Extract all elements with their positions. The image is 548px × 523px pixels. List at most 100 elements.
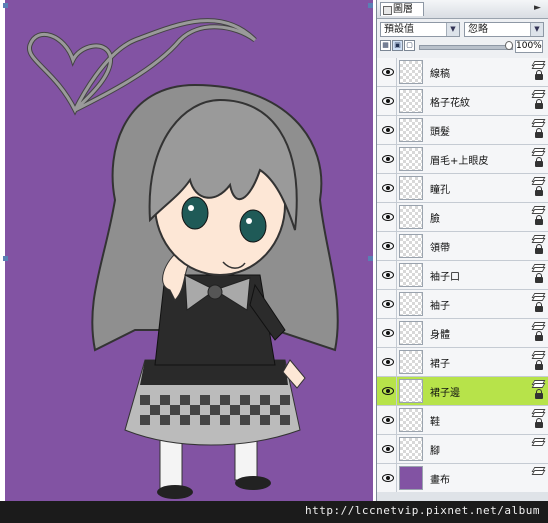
layer-stack-icon[interactable] [533,293,544,301]
visibility-eye-icon[interactable] [382,155,394,163]
visibility-eye-icon[interactable] [382,474,394,482]
visibility-eye-icon[interactable] [382,184,394,192]
layer-row[interactable]: 領帶 [377,232,548,261]
lock-icon[interactable] [535,186,543,196]
layer-panel: 圖層 ► 預設值 ▼ 忽略 ▼ ▦ ▣ ▢ 100% 線稿 格子花紋 頭髮眉毛+上眼… [376,0,548,501]
layer-row[interactable]: 袖子 [377,290,548,319]
visibility-eye-icon[interactable] [382,416,394,424]
lock-icon[interactable] [535,389,543,399]
layer-thumbnail[interactable] [399,408,423,432]
layer-name: 眉毛+上眼皮 [430,156,489,167]
layer-stack-icon[interactable] [533,61,544,69]
layer-row[interactable]: 瞳孔 [377,174,548,203]
layer-stack-icon[interactable] [533,90,544,98]
layer-thumbnail[interactable] [399,60,423,84]
layer-thumbnail[interactable] [399,176,423,200]
layer-stack-icon[interactable] [533,235,544,243]
selection-handle[interactable] [368,3,373,8]
lock-icon[interactable] [535,99,543,109]
layer-thumbnail[interactable] [399,147,423,171]
layer-stack-icon[interactable] [533,351,544,359]
layer-stack-icon[interactable] [533,322,544,330]
visibility-eye-icon[interactable] [382,126,394,134]
selection-handle[interactable] [368,256,373,261]
visibility-eye-icon[interactable] [382,68,394,76]
layer-stack-icon[interactable] [533,380,544,388]
selection-handle[interactable] [3,3,8,8]
layer-stack-icon[interactable] [533,177,544,185]
layer-row[interactable]: 袖子口 [377,261,548,290]
layer-stack-icon[interactable] [533,119,544,127]
layer-thumbnail[interactable] [399,89,423,113]
layer-stack-icon[interactable] [533,467,544,475]
opacity-slider[interactable] [419,45,513,50]
divider [396,464,397,492]
chevron-down-icon: ▼ [446,23,459,36]
lock-icon[interactable] [535,360,543,370]
lock-icon[interactable] [535,302,543,312]
opacity-slider-thumb[interactable] [505,41,513,50]
artboard[interactable] [5,0,373,501]
left-eye [181,196,209,230]
layer-thumbnail[interactable] [399,118,423,142]
layer-row[interactable]: 裙子 [377,348,548,377]
layer-row[interactable]: 線稿 [377,58,548,87]
lock-icon[interactable] [535,331,543,341]
divider [396,203,397,231]
lock-icon[interactable] [535,273,543,283]
layer-row[interactable]: 眉毛+上眼皮 [377,145,548,174]
blend-mode-select[interactable]: 忽略 ▼ [464,22,544,37]
visibility-eye-icon[interactable] [382,358,394,366]
visibility-eye-icon[interactable] [382,329,394,337]
layer-thumbnail[interactable] [399,379,423,403]
visibility-eye-icon[interactable] [382,300,394,308]
layer-thumbnail[interactable] [399,466,423,490]
visibility-eye-icon[interactable] [382,387,394,395]
layer-row[interactable]: 格子花紋 [377,87,548,116]
reference-layer-icon[interactable]: ▢ [404,40,415,51]
lock-icon[interactable] [535,215,543,225]
layer-thumbnail[interactable] [399,292,423,316]
layer-row[interactable]: 頭髮 [377,116,548,145]
layer-thumbnail[interactable] [399,263,423,287]
layer-name: 袖子 [430,301,450,312]
lock-icon[interactable] [535,244,543,254]
layer-stack-icon[interactable] [533,264,544,272]
layer-thumbnail[interactable] [399,437,423,461]
layer-stack-icon[interactable] [533,409,544,417]
visibility-eye-icon[interactable] [382,445,394,453]
visibility-eye-icon[interactable] [382,271,394,279]
layer-stack-icon[interactable] [533,438,544,446]
drawing-canvas[interactable] [0,0,376,501]
layer-row[interactable]: 畫布 [377,464,548,493]
visibility-eye-icon[interactable] [382,242,394,250]
layer-stack-icon[interactable] [533,148,544,156]
layer-row[interactable]: 裙子邊 [377,377,548,406]
preset-select[interactable]: 預設值 ▼ [380,22,460,37]
layer-row[interactable]: 身體 [377,319,548,348]
divider [396,58,397,86]
layer-row[interactable]: 腳 [377,435,548,464]
opacity-field[interactable]: 100% [515,40,543,53]
lock-icon[interactable] [535,128,543,138]
panel-tab-layers[interactable]: 圖層 [380,2,424,16]
layer-row[interactable]: 臉 [377,203,548,232]
preset-select-value: 預設值 [384,24,414,35]
lock-transparency-icon[interactable]: ▦ [380,40,391,51]
watermark-bar: http://lccnetvip.pixnet.net/album [0,501,548,523]
visibility-eye-icon[interactable] [382,97,394,105]
selection-handle[interactable] [3,256,8,261]
layer-row[interactable]: 鞋 [377,406,548,435]
lock-icon[interactable] [535,70,543,80]
menu-arrow-icon[interactable]: ► [531,3,544,14]
layer-stack-icon[interactable] [533,206,544,214]
layer-thumbnail[interactable] [399,321,423,345]
layer-thumbnail[interactable] [399,234,423,258]
lock-icon[interactable] [535,418,543,428]
layer-thumbnail[interactable] [399,350,423,374]
clip-layer-icon[interactable]: ▣ [392,40,403,51]
visibility-eye-icon[interactable] [382,213,394,221]
layer-thumbnail[interactable] [399,205,423,229]
lock-icon[interactable] [535,157,543,167]
divider [396,406,397,434]
